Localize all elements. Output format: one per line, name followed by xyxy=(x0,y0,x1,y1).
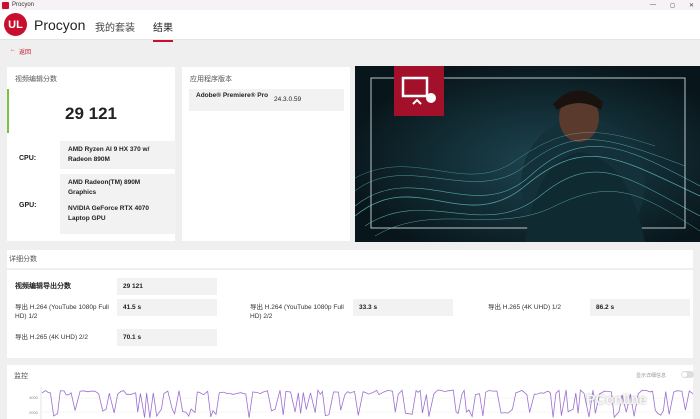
arrow-left-icon: ← xyxy=(10,47,16,53)
window-title: Procyon xyxy=(12,2,35,8)
ul-logo: UL xyxy=(4,13,27,36)
gpu-value: AMD Radeon(TM) 890M Graphics NVIDIA GeFo… xyxy=(60,174,176,234)
app-header: UL Procyon 我的套装 结果 xyxy=(0,10,700,42)
cpu-value: AMD Ryzen AI 9 HX 370 w/ Radeon 890M xyxy=(60,141,176,169)
close-button[interactable]: ✕ xyxy=(689,2,694,9)
minimize-button[interactable]: — xyxy=(650,2,656,8)
details-header: 详细分数 xyxy=(7,250,693,268)
hero-artwork xyxy=(355,66,700,242)
gpu-label: GPU: xyxy=(19,202,37,209)
detail-value-2: 33.3 s xyxy=(353,299,453,316)
watermark: PConline xyxy=(586,391,647,407)
app-icon xyxy=(2,1,9,9)
score-card-title: 视频编辑分数 xyxy=(15,76,57,83)
detail-value-4: 70.1 s xyxy=(117,329,217,346)
gpu-value-1: AMD Radeon(TM) 890M Graphics xyxy=(68,179,141,196)
app-version: 24.3.0.59 xyxy=(274,96,302,103)
gpu-value-2: NVIDIA GeForce RTX 4070 Laptop GPU xyxy=(68,205,150,222)
detail-value-1: 41.5 s xyxy=(117,299,217,316)
tab-results[interactable]: 结果 xyxy=(153,19,173,42)
detail-label-2: 导出 H.264 (YouTube 1080p Full HD) 2/2 xyxy=(250,304,344,320)
overall-score: 29 121 xyxy=(65,104,117,123)
brand-name: Procyon xyxy=(34,17,86,33)
detail-label-1: 导出 H.264 (YouTube 1080p Full HD) 1/2 xyxy=(15,304,109,320)
tab-my-suites[interactable]: 我的套装 xyxy=(95,19,135,42)
export-score-value: 29 121 xyxy=(117,278,217,295)
details-title: 详细分数 xyxy=(9,256,37,263)
app-card-title: 应用程序版本 xyxy=(190,76,232,83)
hero-illustration xyxy=(355,66,700,242)
window-controls: — ◻ ✕ xyxy=(650,0,694,10)
export-score-label: 视频编辑导出分数 xyxy=(15,283,71,290)
cpu-label: CPU: xyxy=(19,155,37,162)
app-version-card: 应用程序版本 Adobe® Premiere® Pro 24.3.0.59 xyxy=(182,67,350,241)
main-nav: 我的套装 结果 xyxy=(95,19,173,42)
app-version-row: Adobe® Premiere® Pro 24.3.0.59 xyxy=(189,89,344,111)
score-card: 视频编辑分数 29 121 CPU: AMD Ryzen AI 9 HX 370… xyxy=(7,67,176,241)
detail-label-4: 导出 H.265 (4K UHD) 2/2 xyxy=(15,334,88,341)
back-label: 返回 xyxy=(19,50,32,56)
back-link[interactable]: ← 返回 xyxy=(10,47,31,56)
app-name: Adobe® Premiere® Pro xyxy=(196,92,269,99)
maximize-button[interactable]: ◻ xyxy=(670,2,675,9)
title-bar: Procyon — ◻ ✕ xyxy=(0,0,700,10)
detail-value-3: 86.2 s xyxy=(590,299,690,316)
detail-label-3: 导出 H.265 (4K UHD) 1/2 xyxy=(488,304,561,311)
detailed-scores: 视频编辑导出分数 29 121 导出 H.264 (YouTube 1080p … xyxy=(7,270,693,358)
